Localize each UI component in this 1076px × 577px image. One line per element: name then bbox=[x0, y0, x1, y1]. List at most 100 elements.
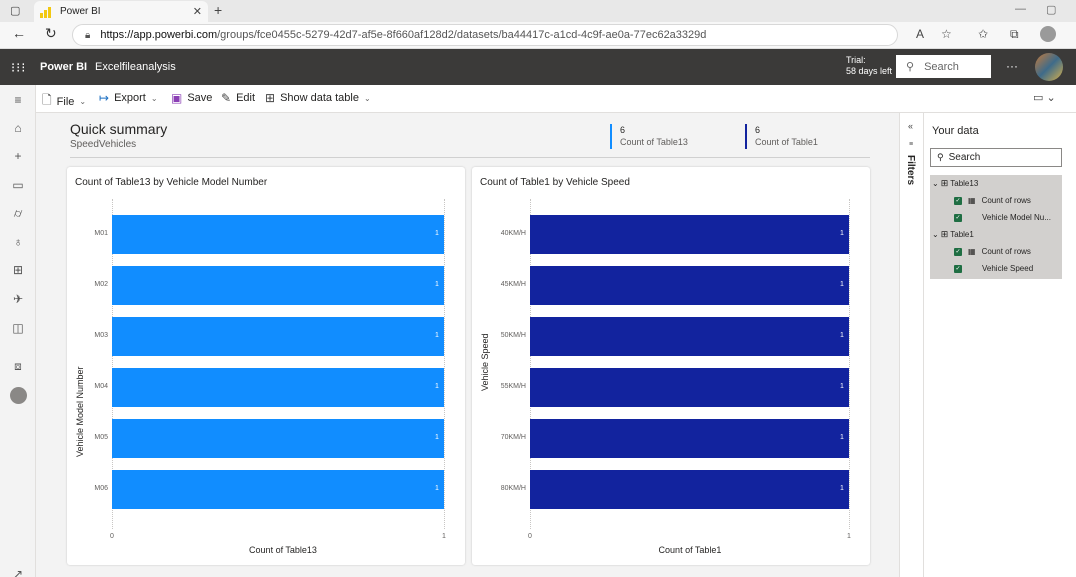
fields-tree: ⌄ ⊞ Table13 ✓ ▦ Count of rows ✓ Vehicle … bbox=[930, 175, 1062, 279]
bar[interactable] bbox=[112, 470, 444, 509]
expand-icon[interactable]: ↗ bbox=[10, 567, 26, 577]
bar[interactable] bbox=[530, 470, 849, 509]
x-tick-label: 0 bbox=[528, 533, 532, 540]
category-label: 40KM/H bbox=[500, 229, 526, 237]
bar[interactable] bbox=[112, 419, 444, 458]
workspaces-icon[interactable]: ◫ bbox=[10, 321, 26, 335]
bar[interactable] bbox=[112, 266, 444, 305]
file-menu-button[interactable]: 🗋︎ File ⌄ bbox=[42, 91, 86, 112]
x-tick-label: 0 bbox=[110, 533, 114, 540]
browser-tab[interactable]: Power BI ✕ bbox=[34, 1, 208, 22]
filters-label[interactable]: Filters bbox=[905, 155, 916, 185]
bar[interactable] bbox=[112, 215, 444, 254]
search-icon: ⚲ bbox=[937, 152, 944, 162]
trial-status[interactable]: Trial: 58 days left bbox=[846, 55, 892, 77]
edit-button[interactable]: ✎ Edit bbox=[221, 91, 255, 105]
refresh-icon[interactable]: ↻ bbox=[45, 25, 57, 42]
more-options-icon[interactable]: ··· bbox=[1006, 59, 1018, 73]
minimize-icon[interactable]: — bbox=[1015, 3, 1026, 15]
favorite-star-icon[interactable]: ☆ bbox=[941, 27, 952, 41]
kpi-card-table13[interactable]: 6 Count of Table13 bbox=[610, 124, 688, 149]
checkbox-checked-icon[interactable]: ✓ bbox=[954, 213, 962, 222]
field-name: Vehicle Model Nu... bbox=[982, 213, 1051, 222]
x-gridline bbox=[849, 199, 850, 529]
bar[interactable] bbox=[530, 215, 849, 254]
tab-close-icon[interactable]: ✕ bbox=[193, 5, 202, 18]
category-label: 55KM/H bbox=[500, 382, 526, 390]
collections-icon[interactable]: ⧉ bbox=[1010, 27, 1019, 42]
checkbox-checked-icon[interactable]: ✓ bbox=[954, 196, 962, 205]
current-workspace-icon[interactable]: ⧈ bbox=[10, 359, 26, 374]
field-name: Count of rows bbox=[981, 196, 1031, 205]
back-icon[interactable]: ← bbox=[12, 25, 26, 41]
category-label: M05 bbox=[94, 433, 108, 441]
workspace-avatar-icon[interactable] bbox=[10, 387, 27, 404]
field-vehicle-model-number[interactable]: ✓ Vehicle Model Nu... bbox=[954, 209, 1051, 226]
table-node-table13[interactable]: ⌄ ⊞ Table13 bbox=[932, 175, 978, 192]
category-label: M01 bbox=[94, 229, 108, 237]
checkbox-checked-icon[interactable]: ✓ bbox=[954, 247, 962, 256]
expand-filters-icon[interactable]: « bbox=[908, 121, 913, 131]
hamburger-menu-icon[interactable]: ≡ bbox=[10, 93, 26, 107]
data-pane: Your data ⚲ Search ⌄ ⊞ Table13 ✓ ▦ Count… bbox=[924, 113, 1076, 577]
checkbox-checked-icon[interactable]: ✓ bbox=[954, 264, 962, 273]
plot-area: 0 1 40KM/H 1 45KM/H 1 50KM/H 1 55KM/H 1 70KM/H 1 80K… bbox=[472, 167, 870, 565]
bar-chart-vehicle-model[interactable]: Count of Table13 by Vehicle Model Number… bbox=[67, 167, 465, 565]
bar[interactable] bbox=[530, 317, 849, 356]
show-data-table-label: Show data table bbox=[280, 92, 359, 104]
home-icon[interactable]: ⌂ bbox=[10, 121, 26, 135]
browse-icon[interactable]: ▭ bbox=[10, 178, 26, 192]
data-label: 1 bbox=[435, 229, 439, 237]
data-label: 1 bbox=[435, 382, 439, 390]
datahub-icon[interactable]: ⌭ bbox=[10, 206, 26, 221]
workspace-name[interactable]: Excelfileanalysis bbox=[95, 61, 176, 73]
table-node-table1[interactable]: ⌄ ⊞ Table1 bbox=[932, 226, 974, 243]
file-label: File bbox=[56, 95, 75, 108]
field-vehicle-speed[interactable]: ✓ Vehicle Speed bbox=[954, 260, 1033, 277]
category-label: 50KM/H bbox=[500, 331, 526, 339]
app-launcher-icon[interactable]: ⁝⁝⁝ bbox=[11, 60, 26, 76]
bar[interactable] bbox=[530, 266, 849, 305]
data-pane-title: Your data bbox=[932, 125, 979, 137]
account-avatar[interactable] bbox=[1035, 53, 1063, 81]
maximize-icon[interactable]: ▢ bbox=[1046, 3, 1056, 16]
data-search-placeholder: Search bbox=[948, 152, 981, 163]
goals-icon[interactable]: ♁ bbox=[10, 235, 26, 249]
data-search-input[interactable]: ⚲ Search bbox=[930, 148, 1062, 167]
export-menu-button[interactable]: ↦ Export ⌄ bbox=[99, 91, 158, 105]
save-button[interactable]: ▣ Save bbox=[171, 91, 212, 105]
field-name: Vehicle Speed bbox=[982, 264, 1034, 273]
field-count-of-rows[interactable]: ✓ ▦ Count of rows bbox=[954, 192, 1031, 209]
left-nav-rail: ≡ ⌂ + ▭ ⌭ ♁ ⊞ ✈ ◫ ⧈ ↗ bbox=[0, 85, 36, 577]
learn-icon[interactable]: ✈ bbox=[10, 292, 26, 306]
kpi-label: Count of Table13 bbox=[620, 137, 688, 147]
field-count-of-rows[interactable]: ✓ ▦ Count of rows bbox=[954, 243, 1031, 260]
header-search-box[interactable]: ⚲ Search bbox=[896, 55, 991, 78]
url-field[interactable]: 🔒︎ https://app.powerbi.com/groups/fce045… bbox=[72, 24, 898, 46]
read-aloud-icon[interactable]: A bbox=[916, 27, 924, 41]
bar[interactable] bbox=[530, 368, 849, 407]
profile-avatar-icon[interactable] bbox=[1040, 26, 1056, 42]
report-toolbar: 🗋︎ File ⌄ ↦ Export ⌄ ▣ Save ✎ Edit ⊞ Sho… bbox=[36, 85, 1076, 113]
bar-chart-vehicle-speed[interactable]: Count of Table1 by Vehicle Speed Vehicle… bbox=[472, 167, 870, 565]
show-data-table-button[interactable]: ⊞ Show data table ⌄ bbox=[265, 91, 371, 105]
data-label: 1 bbox=[840, 433, 844, 441]
tab-actions-icon[interactable]: ▢ bbox=[10, 4, 20, 17]
favorites-icon[interactable]: ✩ bbox=[978, 27, 988, 41]
kpi-card-table1[interactable]: 6 Count of Table1 bbox=[745, 124, 818, 149]
view-options-icon[interactable]: ▭ ⌄ bbox=[1033, 91, 1056, 104]
bar[interactable] bbox=[530, 419, 849, 458]
bar[interactable] bbox=[112, 317, 444, 356]
url-host: https://app.powerbi.com bbox=[100, 29, 218, 41]
bar[interactable] bbox=[112, 368, 444, 407]
apps-icon[interactable]: ⊞ bbox=[10, 263, 26, 277]
new-tab-button[interactable]: + bbox=[214, 2, 222, 18]
export-icon: ↦ bbox=[99, 91, 110, 105]
data-label: 1 bbox=[840, 331, 844, 339]
filters-pane-collapsed[interactable]: « ≡ Filters bbox=[899, 113, 924, 577]
data-label: 1 bbox=[840, 484, 844, 492]
table-name: Table1 bbox=[950, 230, 974, 239]
powerbi-brand[interactable]: Power BI bbox=[40, 61, 87, 73]
create-icon[interactable]: + bbox=[10, 149, 26, 163]
field-name: Count of rows bbox=[981, 247, 1031, 256]
